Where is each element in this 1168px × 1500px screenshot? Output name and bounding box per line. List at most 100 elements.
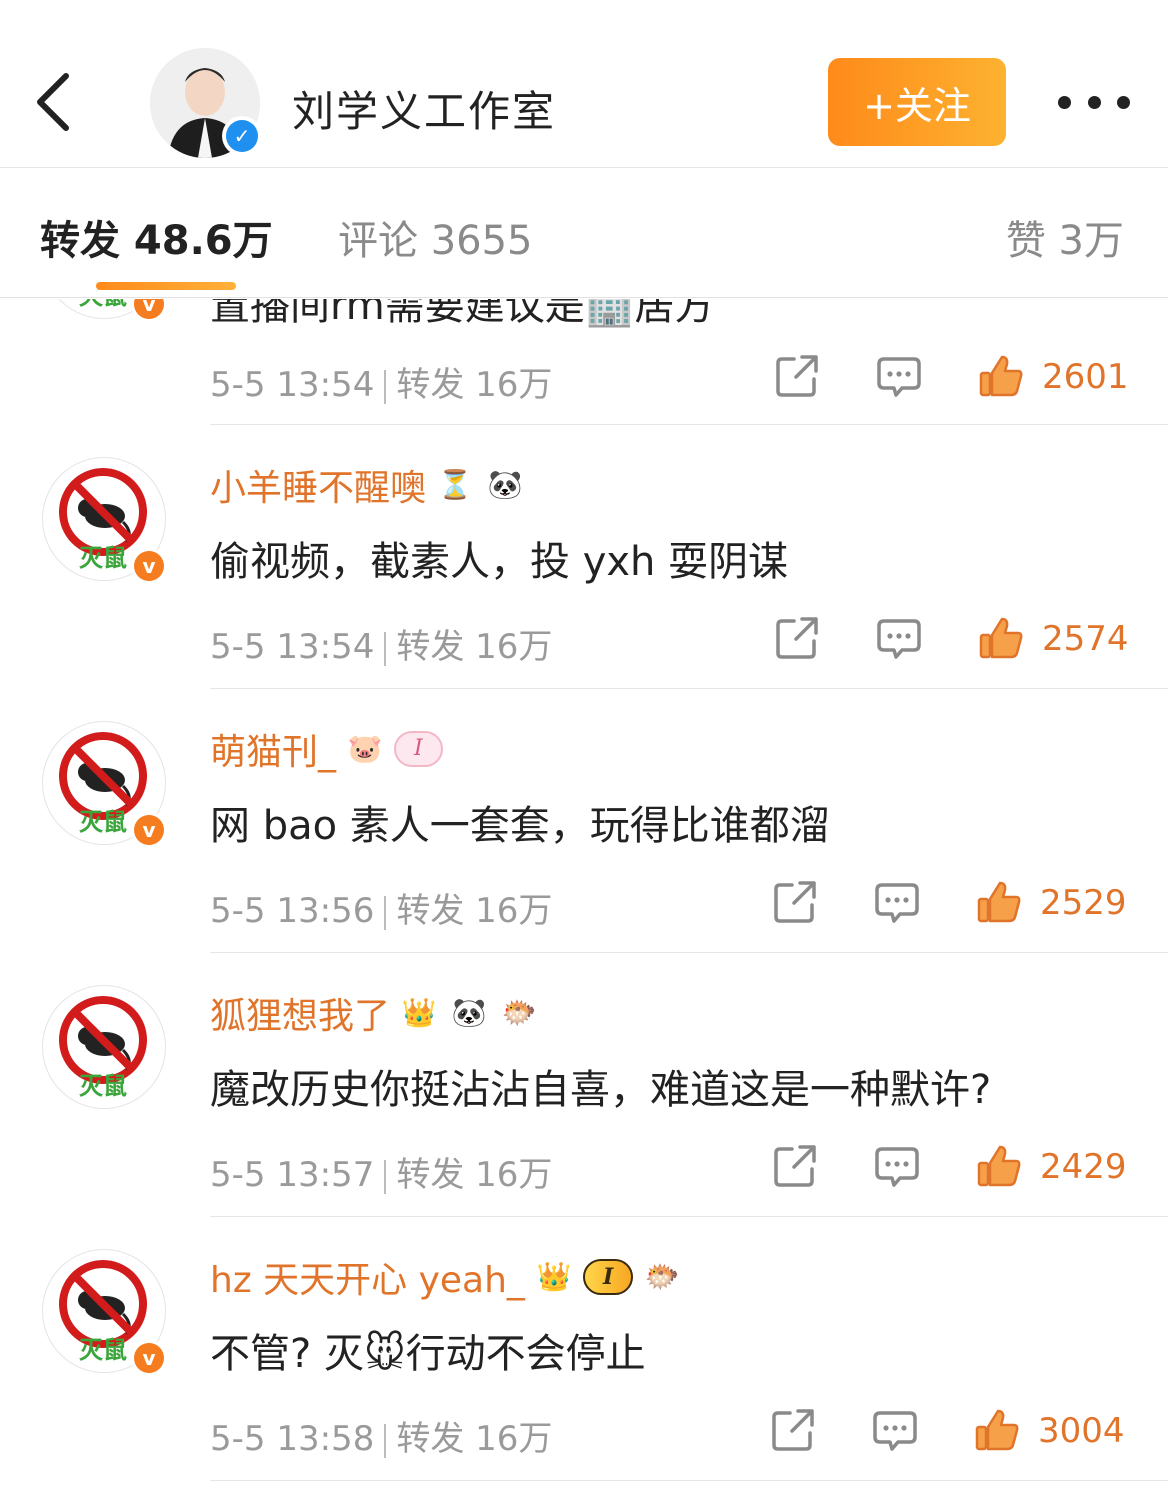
- repost-count: 转发 16万: [396, 365, 553, 405]
- dot-icon: [1058, 95, 1071, 109]
- user-badge: v: [131, 812, 167, 848]
- user-avatar[interactable]: 灭鼠 v: [42, 299, 167, 322]
- repost-count: 转发 16万: [396, 1155, 553, 1195]
- crown-icon: 👑: [401, 996, 437, 1029]
- user-badge: v: [131, 299, 167, 322]
- crown-icon: 👑: [536, 1260, 572, 1293]
- like-count[interactable]: 2574: [1042, 619, 1129, 659]
- user-badge: v: [131, 548, 167, 584]
- repost-text: 网 bao 素人一套套，玩得比谁都溜: [210, 803, 830, 849]
- username[interactable]: 小羊睡不醒噢: [210, 459, 426, 511]
- username-row[interactable]: 狐狸想我了 👑 🐼 🐡: [210, 987, 540, 1039]
- meta-separator: [384, 631, 387, 666]
- repost-count: 转发 16万: [396, 891, 553, 931]
- meta-separator: [384, 369, 387, 404]
- back-button[interactable]: [26, 64, 86, 144]
- list-item: 灭鼠 狐狸想我了 👑 🐼 🐡 魔改历史你挺沾沾自喜，难道这是一种默许? 5-5 …: [0, 953, 1168, 1217]
- repost-time: 5-5 13:57: [210, 1155, 375, 1195]
- comment-icon[interactable]: [872, 1407, 918, 1453]
- thumbs-up-icon[interactable]: [976, 879, 1022, 925]
- repost-meta: 5-5 13:54 转发 16万: [210, 619, 552, 668]
- active-tab-indicator: [96, 282, 236, 290]
- verified-icon: ✓: [226, 120, 258, 152]
- repost-time: 5-5 13:56: [210, 891, 375, 931]
- top-bar: ✓ 刘学义工作室 +关注: [0, 0, 1168, 168]
- comment-icon[interactable]: [874, 879, 920, 925]
- repost-count: 转发 16万: [396, 627, 553, 667]
- username[interactable]: 狐狸想我了: [210, 987, 390, 1039]
- repost-time: 5-5 13:54: [210, 365, 375, 405]
- fan-level-badge: I: [582, 1259, 634, 1295]
- repost-text: 偷视频，截素人，投 yxh 耍阴谋: [210, 539, 789, 585]
- tab-repost[interactable]: 转发 48.6万: [40, 208, 273, 266]
- share-icon[interactable]: [770, 1407, 816, 1453]
- repost-meta: 5-5 13:57 转发 16万: [210, 1147, 552, 1196]
- repost-list[interactable]: 灭鼠 v 置播间rm需要建议是🏢居方 5-5 13:54 转发 16万 2601: [0, 299, 1168, 1500]
- meta-separator: [384, 1423, 387, 1458]
- share-icon[interactable]: [774, 353, 820, 399]
- username[interactable]: hz 天天开心 yeah_: [210, 1251, 525, 1303]
- meta-separator: [384, 1159, 387, 1194]
- avatar-caption: 灭鼠: [79, 1336, 127, 1364]
- avatar-caption: 灭鼠: [79, 544, 127, 572]
- repost-text: 置播间rm需要建议是🏢居方: [210, 299, 715, 329]
- thumbs-up-icon[interactable]: [974, 1407, 1020, 1453]
- share-icon[interactable]: [774, 615, 820, 661]
- user-avatar[interactable]: 灭鼠 v: [42, 457, 167, 584]
- comment-icon[interactable]: [876, 615, 922, 661]
- list-item: 灭鼠 v hz 天天开心 yeah_ 👑 I 🐡 不管? 灭🐭行动不会停止 5-…: [0, 1217, 1168, 1481]
- list-item: 灭鼠 v 萌猫刊_ 🐷 I 网 bao 素人一套套，玩得比谁都溜 5-5 13:…: [0, 689, 1168, 953]
- repost-text: 不管? 灭🐭行动不会停止: [210, 1331, 646, 1377]
- list-item: 灭鼠 v 小羊睡不醒噢 ⏳ 🐼 偷视频，截素人，投 yxh 耍阴谋 5-5 13…: [0, 425, 1168, 689]
- repost-text: 魔改历史你挺沾沾自喜，难道这是一种默许?: [210, 1067, 992, 1113]
- user-avatar[interactable]: 灭鼠: [42, 985, 166, 1109]
- account-name[interactable]: 刘学义工作室: [292, 78, 556, 139]
- repost-time: 5-5 13:54: [210, 627, 375, 667]
- meta-separator: [384, 895, 387, 930]
- share-icon[interactable]: [772, 1143, 818, 1189]
- thumbs-up-icon[interactable]: [978, 615, 1024, 661]
- like-count[interactable]: 2529: [1040, 883, 1127, 923]
- v-icon: v: [134, 551, 164, 581]
- like-count[interactable]: 2429: [1040, 1147, 1127, 1187]
- thumbs-up-icon[interactable]: [976, 1143, 1022, 1189]
- dot-icon: [1117, 95, 1130, 109]
- like-count[interactable]: 3004: [1038, 1411, 1125, 1451]
- fan-level-badge: I: [394, 731, 443, 767]
- more-options-button[interactable]: [1058, 80, 1130, 124]
- avatar-caption: 灭鼠: [79, 299, 127, 311]
- pig-icon: 🐷: [347, 732, 383, 765]
- tab-like[interactable]: 赞 3万: [1006, 208, 1124, 266]
- panda-icon: 🐼: [487, 468, 523, 501]
- panda-icon: 🐼: [451, 996, 487, 1029]
- list-item: 灭鼠 v 置播间rm需要建议是🏢居方 5-5 13:54 转发 16万 2601: [0, 299, 1168, 425]
- comment-icon[interactable]: [874, 1143, 920, 1189]
- tab-comment[interactable]: 评论 3655: [338, 208, 533, 266]
- chevron-left-icon: [37, 73, 69, 131]
- user-avatar[interactable]: 灭鼠 v: [42, 1249, 167, 1376]
- username-row[interactable]: hz 天天开心 yeah_ 👑 I 🐡: [210, 1251, 683, 1303]
- thumbs-up-icon[interactable]: [978, 353, 1024, 399]
- username[interactable]: 萌猫刊_: [210, 723, 336, 775]
- like-count[interactable]: 2601: [1042, 357, 1129, 397]
- username-row[interactable]: 萌猫刊_ 🐷 I: [210, 723, 443, 775]
- v-icon: v: [134, 815, 164, 845]
- dot-icon: [1087, 95, 1101, 109]
- tab-bar: 转发 48.6万 评论 3655 赞 3万: [0, 168, 1168, 298]
- follow-button[interactable]: +关注: [828, 58, 1006, 146]
- pufferfish-icon: 🐡: [644, 1260, 680, 1293]
- comment-icon[interactable]: [876, 353, 922, 399]
- avatar-caption: 灭鼠: [79, 808, 127, 836]
- share-icon[interactable]: [772, 879, 818, 925]
- divider: [210, 1480, 1168, 1481]
- user-avatar[interactable]: 灭鼠 v: [42, 721, 167, 848]
- profile-avatar[interactable]: ✓: [150, 48, 262, 158]
- repost-meta: 5-5 13:54 转发 16万: [210, 357, 552, 406]
- v-icon: v: [134, 299, 164, 319]
- avatar-caption: 灭鼠: [79, 1072, 127, 1100]
- pufferfish-icon: 🐡: [501, 996, 537, 1029]
- repost-count: 转发 16万: [396, 1419, 553, 1459]
- repost-time: 5-5 13:58: [210, 1419, 375, 1459]
- repost-meta: 5-5 13:56 转发 16万: [210, 883, 552, 932]
- username-row[interactable]: 小羊睡不醒噢 ⏳ 🐼: [210, 459, 526, 511]
